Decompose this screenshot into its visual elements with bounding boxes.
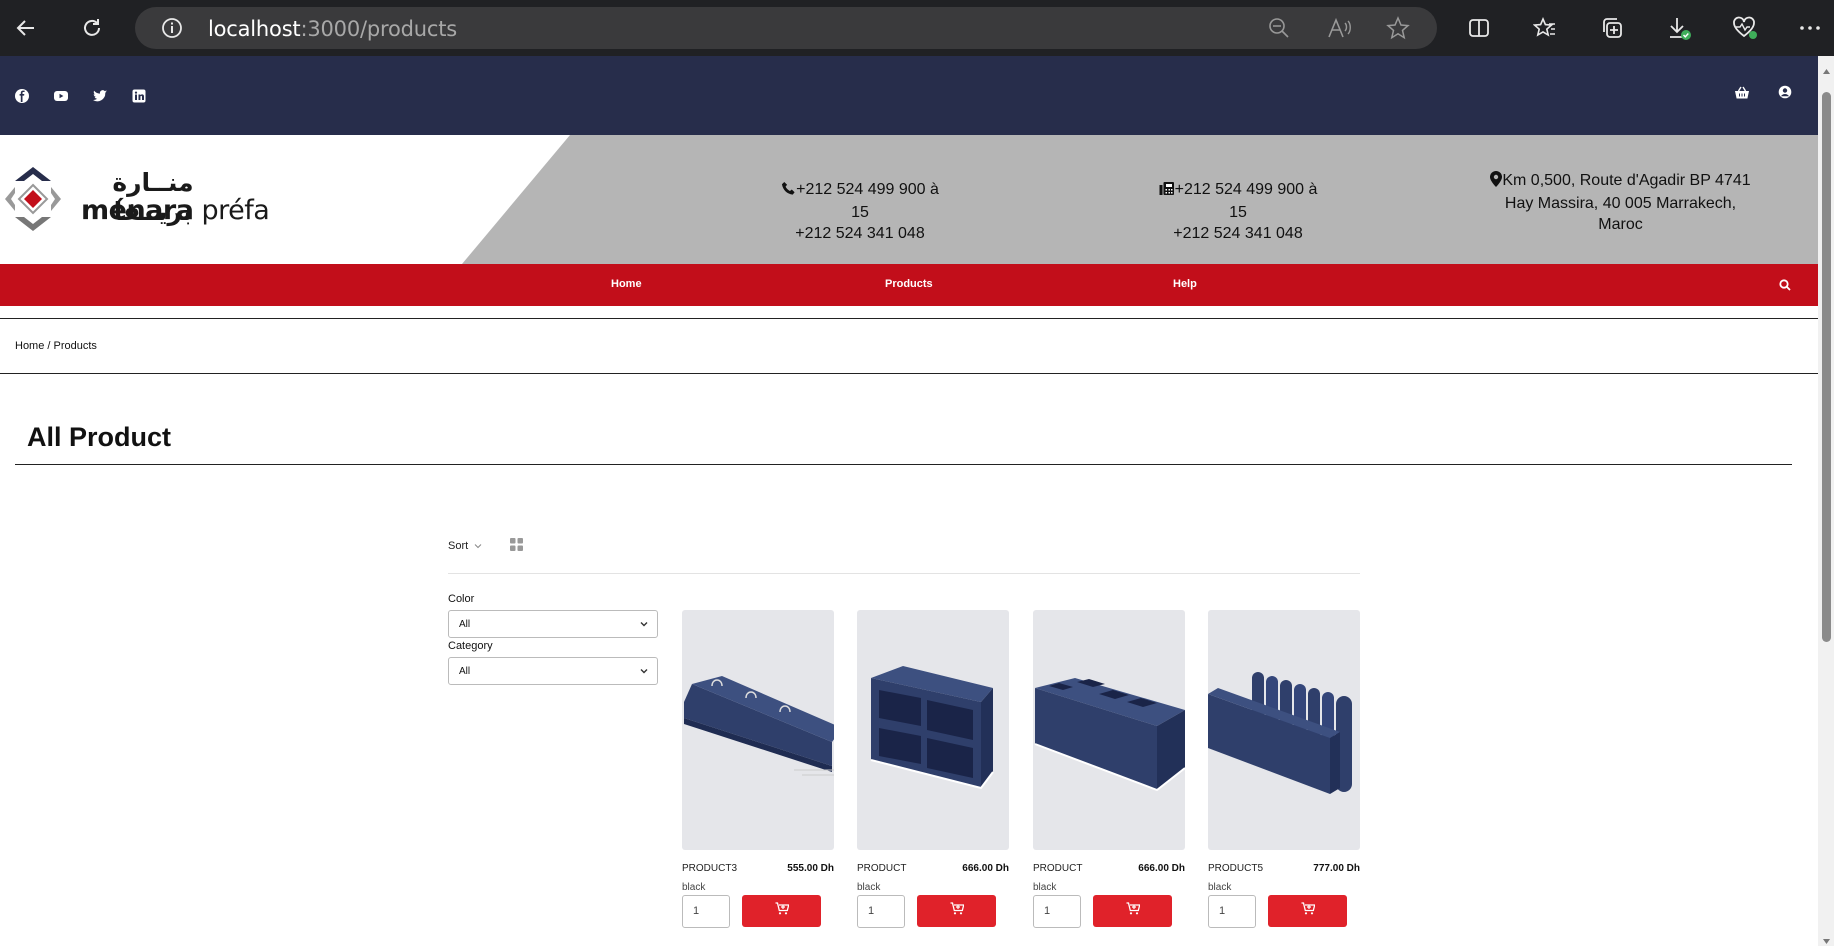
address-bar[interactable]: localhost:3000/products (135, 7, 1437, 49)
add-to-cart-button[interactable] (1268, 895, 1347, 927)
logo-text[interactable]: ménara préfa (81, 195, 270, 226)
phone-contact: +212 524 499 900 à 15 +212 524 341 048 (770, 179, 950, 244)
title-underline (15, 464, 1792, 465)
fax-contact: +212 524 499 900 à 15 +212 524 341 048 (1148, 179, 1328, 244)
category-filter-select[interactable]: All (448, 657, 658, 685)
main-nav: Home Products Help (0, 264, 1818, 306)
logo-name: ménara (81, 195, 194, 226)
product-name[interactable]: PRODUCT3 (682, 863, 737, 874)
site-header: منــارة بريــفا ménara préfa +212 524 49… (0, 135, 1818, 264)
product-image[interactable] (1208, 610, 1360, 850)
search-icon[interactable] (1779, 278, 1791, 296)
refresh-icon[interactable] (78, 14, 106, 42)
quantity-input[interactable]: 1 (1033, 895, 1081, 928)
divider (0, 373, 1818, 374)
cart-plus-icon (1301, 902, 1316, 920)
product-color: black (1208, 882, 1232, 893)
cart-plus-icon (1126, 902, 1141, 920)
page-scrollbar[interactable] (1818, 56, 1834, 946)
toolbar-divider (448, 573, 1360, 574)
page-title: All Product (27, 422, 172, 452)
logo-mark-icon[interactable] (5, 167, 61, 231)
add-to-cart-button[interactable] (917, 895, 996, 927)
downloads-icon[interactable] (1665, 14, 1693, 42)
fax-icon (1159, 181, 1175, 202)
youtube-icon[interactable] (53, 88, 69, 104)
product-name[interactable]: PRODUCT5 (1208, 863, 1263, 874)
top-bar (0, 56, 1818, 135)
color-filter-label: Color (448, 593, 475, 605)
product-image[interactable] (1033, 610, 1185, 850)
linkedin-icon[interactable] (131, 88, 147, 104)
chevron-down-icon (474, 540, 482, 552)
logo-suffix: préfa (201, 195, 270, 226)
quantity-input[interactable]: 1 (857, 895, 905, 928)
cart-plus-icon (950, 902, 965, 920)
map-pin-icon (1490, 171, 1503, 193)
url-text: localhost:3000/products (208, 17, 457, 41)
read-aloud-icon[interactable] (1327, 17, 1351, 44)
chevron-down-icon (639, 666, 649, 676)
product-price: 777.00 Dh (1313, 863, 1360, 874)
browser-toolbar: localhost:3000/products (0, 0, 1834, 56)
product-color: black (1033, 882, 1057, 893)
product-image[interactable] (857, 610, 1009, 850)
scroll-down-icon[interactable] (1822, 932, 1831, 950)
sort-dropdown[interactable]: Sort (448, 540, 482, 552)
product-name[interactable]: PRODUCT (857, 863, 906, 874)
chevron-down-icon (639, 619, 649, 629)
breadcrumb[interactable]: Home / Products (15, 340, 97, 352)
nav-help[interactable]: Help (1173, 278, 1197, 290)
scrollbar-thumb[interactable] (1822, 92, 1831, 642)
cart-plus-icon (775, 902, 790, 920)
twitter-icon[interactable] (92, 88, 108, 104)
phone-icon (781, 181, 796, 202)
category-filter-label: Category (448, 640, 493, 652)
address-contact: Km 0,500, Route d'Agadir BP 4741 Hay Mass… (1478, 170, 1763, 235)
nav-home[interactable]: Home (611, 278, 642, 290)
product-name[interactable]: PRODUCT (1033, 863, 1082, 874)
facebook-icon[interactable] (14, 88, 30, 104)
quantity-input[interactable]: 1 (1208, 895, 1256, 928)
zoom-out-icon[interactable] (1268, 17, 1290, 44)
grid-view-icon[interactable] (510, 538, 523, 551)
scroll-up-icon[interactable] (1822, 62, 1831, 80)
basket-icon[interactable] (1734, 85, 1750, 101)
product-price: 666.00 Dh (962, 863, 1009, 874)
product-price: 666.00 Dh (1138, 863, 1185, 874)
add-to-cart-button[interactable] (742, 895, 821, 927)
product-color: black (682, 882, 706, 893)
more-menu-icon[interactable] (1796, 14, 1824, 42)
product-price: 555.00 Dh (787, 863, 834, 874)
back-icon[interactable] (12, 14, 40, 42)
favorites-icon[interactable] (1531, 14, 1559, 42)
nav-products[interactable]: Products (885, 278, 933, 290)
add-to-cart-button[interactable] (1093, 895, 1172, 927)
product-color: black (857, 882, 881, 893)
split-screen-icon[interactable] (1465, 14, 1493, 42)
user-account-icon[interactable] (1778, 85, 1794, 101)
product-image[interactable] (682, 610, 834, 850)
divider (0, 318, 1818, 319)
quantity-input[interactable]: 1 (682, 895, 730, 928)
browser-essentials-icon[interactable] (1731, 14, 1759, 42)
site-info-icon[interactable] (161, 17, 183, 44)
color-filter-select[interactable]: All (448, 610, 658, 638)
collections-icon[interactable] (1598, 14, 1626, 42)
favorite-star-icon[interactable] (1386, 16, 1410, 45)
